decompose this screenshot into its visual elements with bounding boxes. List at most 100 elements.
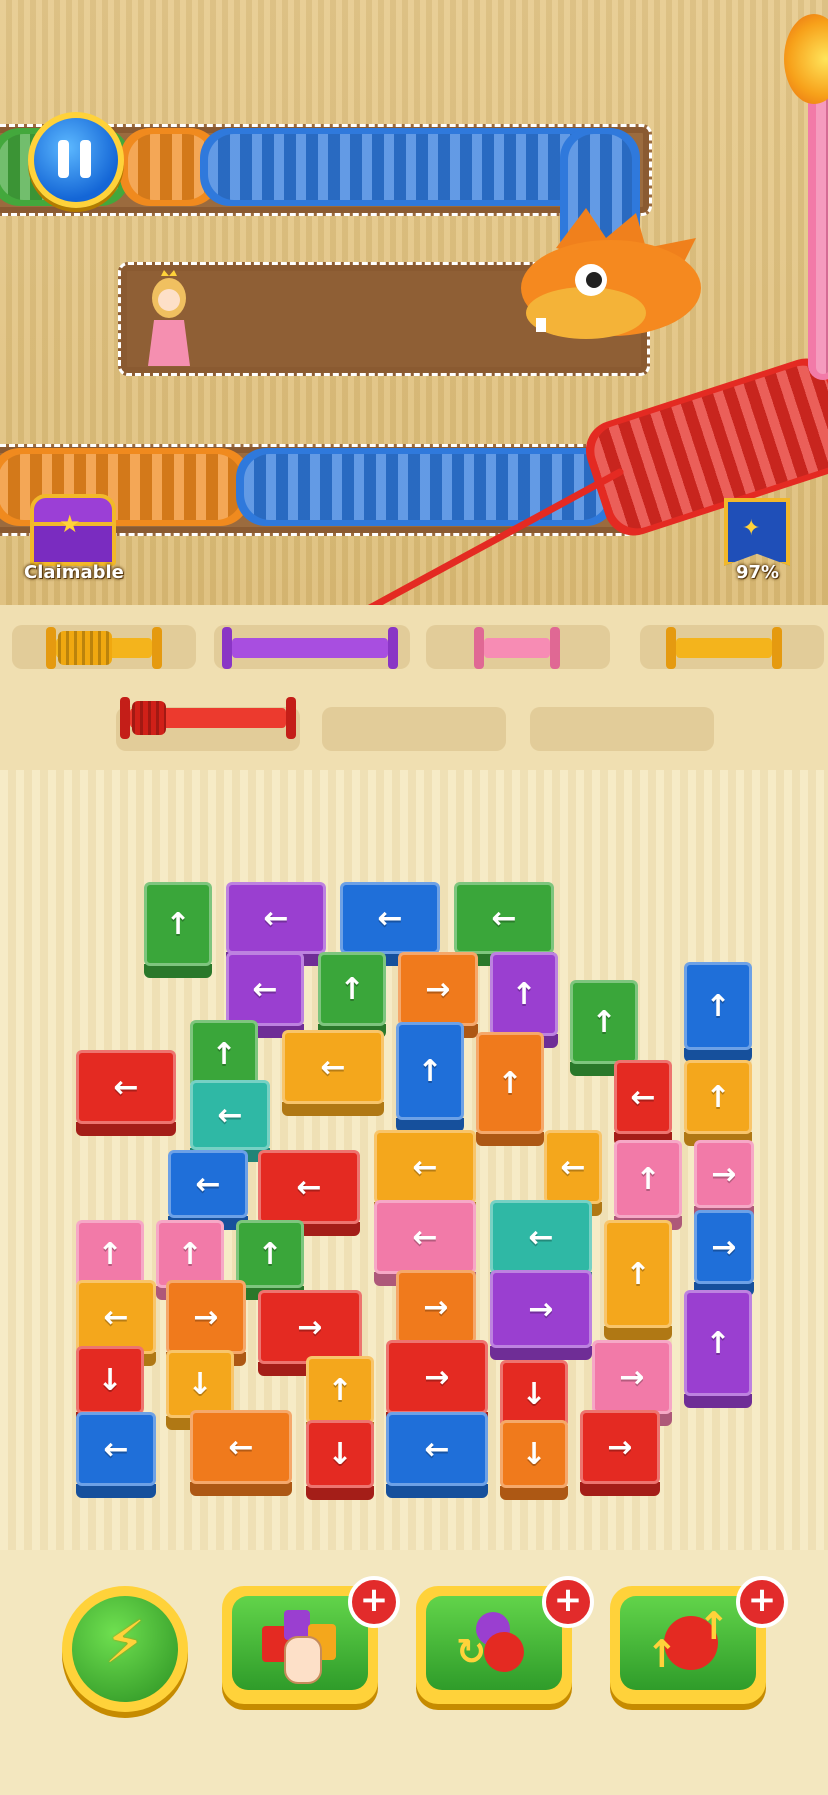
arrow-left-icon: ←	[296, 1169, 322, 1205]
yarn-block-blue-right[interactable]: →	[694, 1210, 754, 1296]
yarn-block-blue-up[interactable]: ↑	[396, 1022, 464, 1132]
game-board: ★ Claimable ✦ 97%	[0, 0, 828, 605]
block-side	[306, 1486, 374, 1500]
pick-block-booster-button[interactable]: +	[222, 1576, 400, 1710]
arrow-left-icon: ←	[320, 1049, 346, 1085]
yarn-block-green-up[interactable]: ↑	[236, 1220, 304, 1300]
yarn-block-orange-down[interactable]: ↓	[500, 1420, 568, 1500]
arrow-down-icon: ↓	[521, 1436, 547, 1472]
yarn-block-pink-right[interactable]: →	[694, 1140, 754, 1220]
arrow-up-icon: ↑	[625, 1256, 651, 1292]
yarn-block-red-left[interactable]: ←	[76, 1050, 176, 1136]
add-booster-badge[interactable]: +	[348, 1576, 400, 1628]
yarn-block-red-down[interactable]: ↓	[306, 1420, 374, 1500]
arrow-left-icon: ←	[195, 1166, 221, 1202]
block-side	[76, 1122, 176, 1136]
arrow-left-icon: ←	[630, 1079, 656, 1115]
yarn-block-blue-left[interactable]: ←	[168, 1150, 248, 1230]
block-side	[604, 1326, 672, 1340]
arrow-up-icon: ↑	[339, 971, 365, 1007]
arrow-up-icon: ↑	[211, 1036, 237, 1072]
treasure-chest-button[interactable]: ★	[26, 494, 116, 566]
spool-yellow[interactable]	[666, 627, 782, 669]
spool-red-filling[interactable]	[120, 697, 296, 739]
spool-pink[interactable]	[474, 627, 560, 669]
arrow-right-icon: →	[528, 1291, 554, 1327]
arrow-right-icon: →	[711, 1156, 737, 1192]
arrow-up-icon: ↑	[705, 1325, 731, 1361]
lightning-icon: ⚡	[104, 1608, 146, 1676]
arrow-left-icon: ←	[217, 1097, 243, 1133]
yarn-block-purple-right[interactable]: →	[490, 1270, 592, 1360]
arrow-right-icon: →	[297, 1309, 323, 1345]
arrow-up-icon: ↑	[705, 988, 731, 1024]
arrow-left-icon: ←	[412, 1149, 438, 1185]
yarn-block-purple-up[interactable]: ↑	[684, 1290, 752, 1408]
arrow-up-icon: ↑	[511, 976, 537, 1012]
arrow-up-icon: ↑	[165, 906, 191, 942]
arrow-right-icon: →	[425, 971, 451, 1007]
arrow-up-icon: ↑	[417, 1053, 443, 1089]
level-progress-flag[interactable]: ✦	[724, 498, 790, 566]
spool-yellow-filled[interactable]	[46, 627, 162, 669]
yarn-block-yellow-left[interactable]: ←	[282, 1030, 384, 1116]
yarn-block-red-right[interactable]: →	[580, 1410, 660, 1496]
lightning-booster-button[interactable]: ⚡	[62, 1586, 188, 1712]
pause-button[interactable]	[28, 112, 124, 208]
block-side	[684, 1394, 752, 1408]
hand-tap-icon	[262, 1606, 338, 1684]
arrow-down-icon: ↓	[97, 1362, 123, 1398]
snake-segment-pink	[808, 80, 828, 380]
block-side	[190, 1482, 292, 1496]
yarn-block-green-up[interactable]: ↑	[318, 952, 386, 1038]
shuffle-yarn-icon: ↻	[456, 1604, 536, 1684]
arrow-right-icon: →	[423, 1289, 449, 1325]
block-side	[500, 1486, 568, 1500]
block-side	[476, 1132, 544, 1146]
shuffle-booster-button[interactable]: ↻ +	[416, 1576, 594, 1710]
block-side	[490, 1346, 592, 1360]
arrow-up-icon: ↑	[97, 1236, 123, 1272]
yarn-block-orange-up[interactable]: ↑	[476, 1032, 544, 1146]
arrow-right-icon: →	[424, 1359, 450, 1395]
block-side	[282, 1102, 384, 1116]
arrow-left-icon: ←	[103, 1431, 129, 1467]
arrow-left-icon: ←	[252, 971, 278, 1007]
arrow-left-icon: ←	[528, 1219, 554, 1255]
progress-percent: 97%	[736, 562, 780, 583]
yarn-block-yellow-up[interactable]: ↑	[604, 1220, 672, 1340]
dragon-flag-icon: ✦	[742, 516, 761, 541]
yarn-block-blue-up[interactable]: ↑	[684, 962, 752, 1062]
block-side	[580, 1482, 660, 1496]
spool-purple[interactable]	[222, 627, 398, 669]
add-booster-badge[interactable]: +	[542, 1576, 594, 1628]
yarn-block-blue-left[interactable]: ←	[386, 1412, 488, 1498]
yarn-block-yellow-up[interactable]: ↑	[684, 1060, 752, 1146]
add-booster-badge[interactable]: +	[736, 1576, 788, 1628]
arrow-down-icon: ↓	[187, 1366, 213, 1402]
spool-shelf	[0, 605, 828, 770]
yarn-block-orange-left[interactable]: ←	[190, 1410, 292, 1496]
arrow-up-icon: ↑	[635, 1161, 661, 1197]
snake-segment-blue	[200, 128, 620, 206]
arrow-left-icon: ←	[103, 1299, 129, 1335]
arrow-left-icon: ←	[228, 1429, 254, 1465]
arrow-left-icon: ←	[424, 1431, 450, 1467]
arrow-up-icon: ↑	[177, 1236, 203, 1272]
arrow-left-icon: ←	[377, 900, 403, 936]
arrow-up-icon: ↑	[257, 1236, 283, 1272]
treasure-chest-icon: ★	[59, 510, 81, 538]
arrow-left-icon: ←	[263, 900, 289, 936]
upgrade-yarn-booster-button[interactable]: ↑ ↑ +	[610, 1576, 788, 1710]
arrow-right-icon: →	[711, 1229, 737, 1265]
arrow-right-icon: →	[193, 1299, 219, 1335]
block-side	[76, 1484, 156, 1498]
arrow-left-icon: ←	[412, 1219, 438, 1255]
arrow-up-icon: ↑	[327, 1372, 353, 1408]
fireball-icon	[784, 14, 828, 104]
yarn-block-pink-up[interactable]: ↑	[614, 1140, 682, 1230]
yarn-block-red-left[interactable]: ←	[614, 1060, 672, 1146]
yarn-block-blue-left[interactable]: ←	[76, 1412, 156, 1498]
chest-status-label: Claimable	[24, 562, 124, 583]
yarn-block-green-up[interactable]: ↑	[144, 882, 212, 978]
